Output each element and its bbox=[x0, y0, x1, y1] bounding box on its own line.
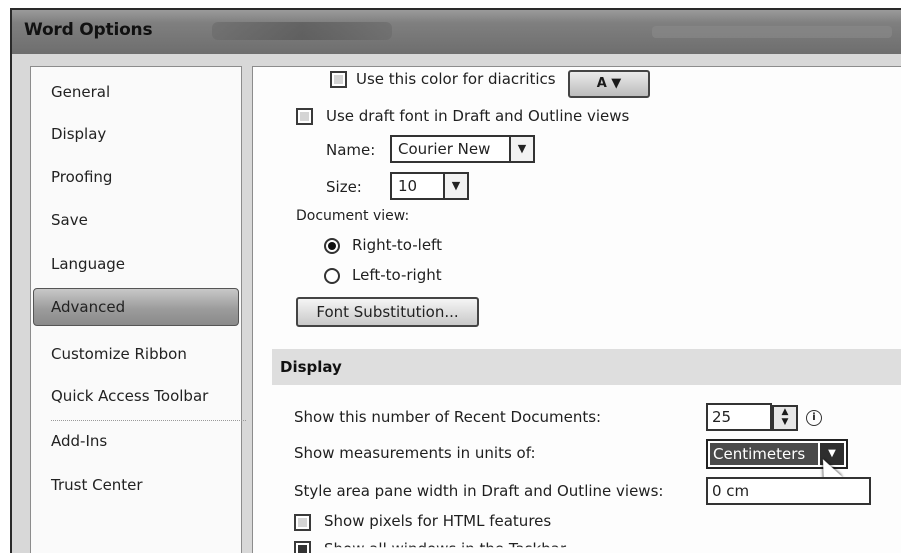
chevron-down-icon: ▼ bbox=[611, 76, 622, 91]
sidebar-item-save[interactable]: Save bbox=[31, 200, 241, 240]
show-pixels-checkbox[interactable] bbox=[294, 514, 311, 531]
font-substitution-button[interactable]: Font Substitution... bbox=[296, 297, 479, 327]
style-area-input[interactable]: 0 cm bbox=[706, 477, 871, 505]
chevron-down-icon[interactable]: ▼ bbox=[509, 137, 533, 161]
info-icon: i bbox=[806, 410, 822, 426]
title-bar: Word Options bbox=[10, 8, 901, 54]
recent-docs-label: Show this number of Recent Documents: bbox=[294, 408, 602, 426]
font-name-select[interactable]: Courier New ▼ bbox=[390, 135, 535, 163]
font-size-label: Size: bbox=[326, 178, 362, 196]
sidebar-item-display[interactable]: Display bbox=[31, 114, 241, 154]
recent-docs-spinner[interactable]: ▲ ▼ bbox=[772, 405, 798, 431]
sidebar-item-advanced[interactable]: Advanced bbox=[33, 288, 239, 326]
diacritics-color-picker[interactable]: A ▼ bbox=[568, 70, 650, 98]
display-section-header: Display bbox=[272, 349, 901, 385]
show-all-windows-checkbox[interactable] bbox=[294, 541, 311, 553]
sidebar-item-quick-access-toolbar[interactable]: Quick Access Toolbar bbox=[31, 376, 241, 416]
font-name-value: Courier New bbox=[398, 140, 491, 158]
draft-font-checkbox[interactable] bbox=[296, 108, 313, 125]
title-bar-blur bbox=[212, 22, 392, 40]
window-title: Word Options bbox=[24, 20, 153, 40]
measurement-units-value: Centimeters bbox=[710, 443, 818, 465]
sidebar-item-general[interactable]: General bbox=[31, 72, 241, 112]
font-name-label: Name: bbox=[326, 141, 376, 159]
chevron-down-icon[interactable]: ▼ bbox=[443, 174, 467, 198]
draft-font-label: Use draft font in Draft and Outline view… bbox=[326, 107, 630, 125]
sidebar-item-language[interactable]: Language bbox=[31, 244, 241, 284]
font-color-icon: A bbox=[596, 76, 607, 91]
ltr-label: Left-to-right bbox=[352, 266, 442, 284]
diacritics-color-checkbox[interactable] bbox=[330, 71, 347, 88]
measurement-units-label: Show measurements in units of: bbox=[294, 444, 536, 462]
ltr-radio[interactable] bbox=[324, 268, 340, 284]
show-pixels-label: Show pixels for HTML features bbox=[324, 512, 552, 530]
rtl-label: Right-to-left bbox=[352, 236, 442, 254]
document-view-label: Document view: bbox=[296, 208, 410, 224]
font-size-value: 10 bbox=[398, 177, 418, 195]
title-bar-blur-right bbox=[652, 26, 892, 38]
font-size-select[interactable]: 10 ▼ bbox=[390, 172, 469, 200]
sidebar: General Display Proofing Save Language A… bbox=[30, 66, 246, 553]
sidebar-item-customize-ribbon[interactable]: Customize Ribbon bbox=[31, 334, 241, 374]
rtl-radio[interactable] bbox=[324, 238, 340, 254]
sidebar-item-trust-center[interactable]: Trust Center bbox=[31, 465, 241, 505]
spin-up-icon[interactable]: ▲ bbox=[774, 407, 796, 417]
spin-down-icon[interactable]: ▼ bbox=[774, 417, 796, 427]
style-area-label: Style area pane width in Draft and Outli… bbox=[294, 482, 664, 500]
diacritics-color-label: Use this color for diacritics bbox=[356, 70, 556, 88]
recent-docs-input[interactable]: 25 bbox=[706, 403, 772, 431]
sidebar-item-add-ins[interactable]: Add-Ins bbox=[31, 421, 241, 461]
sidebar-item-proofing[interactable]: Proofing bbox=[31, 157, 241, 197]
